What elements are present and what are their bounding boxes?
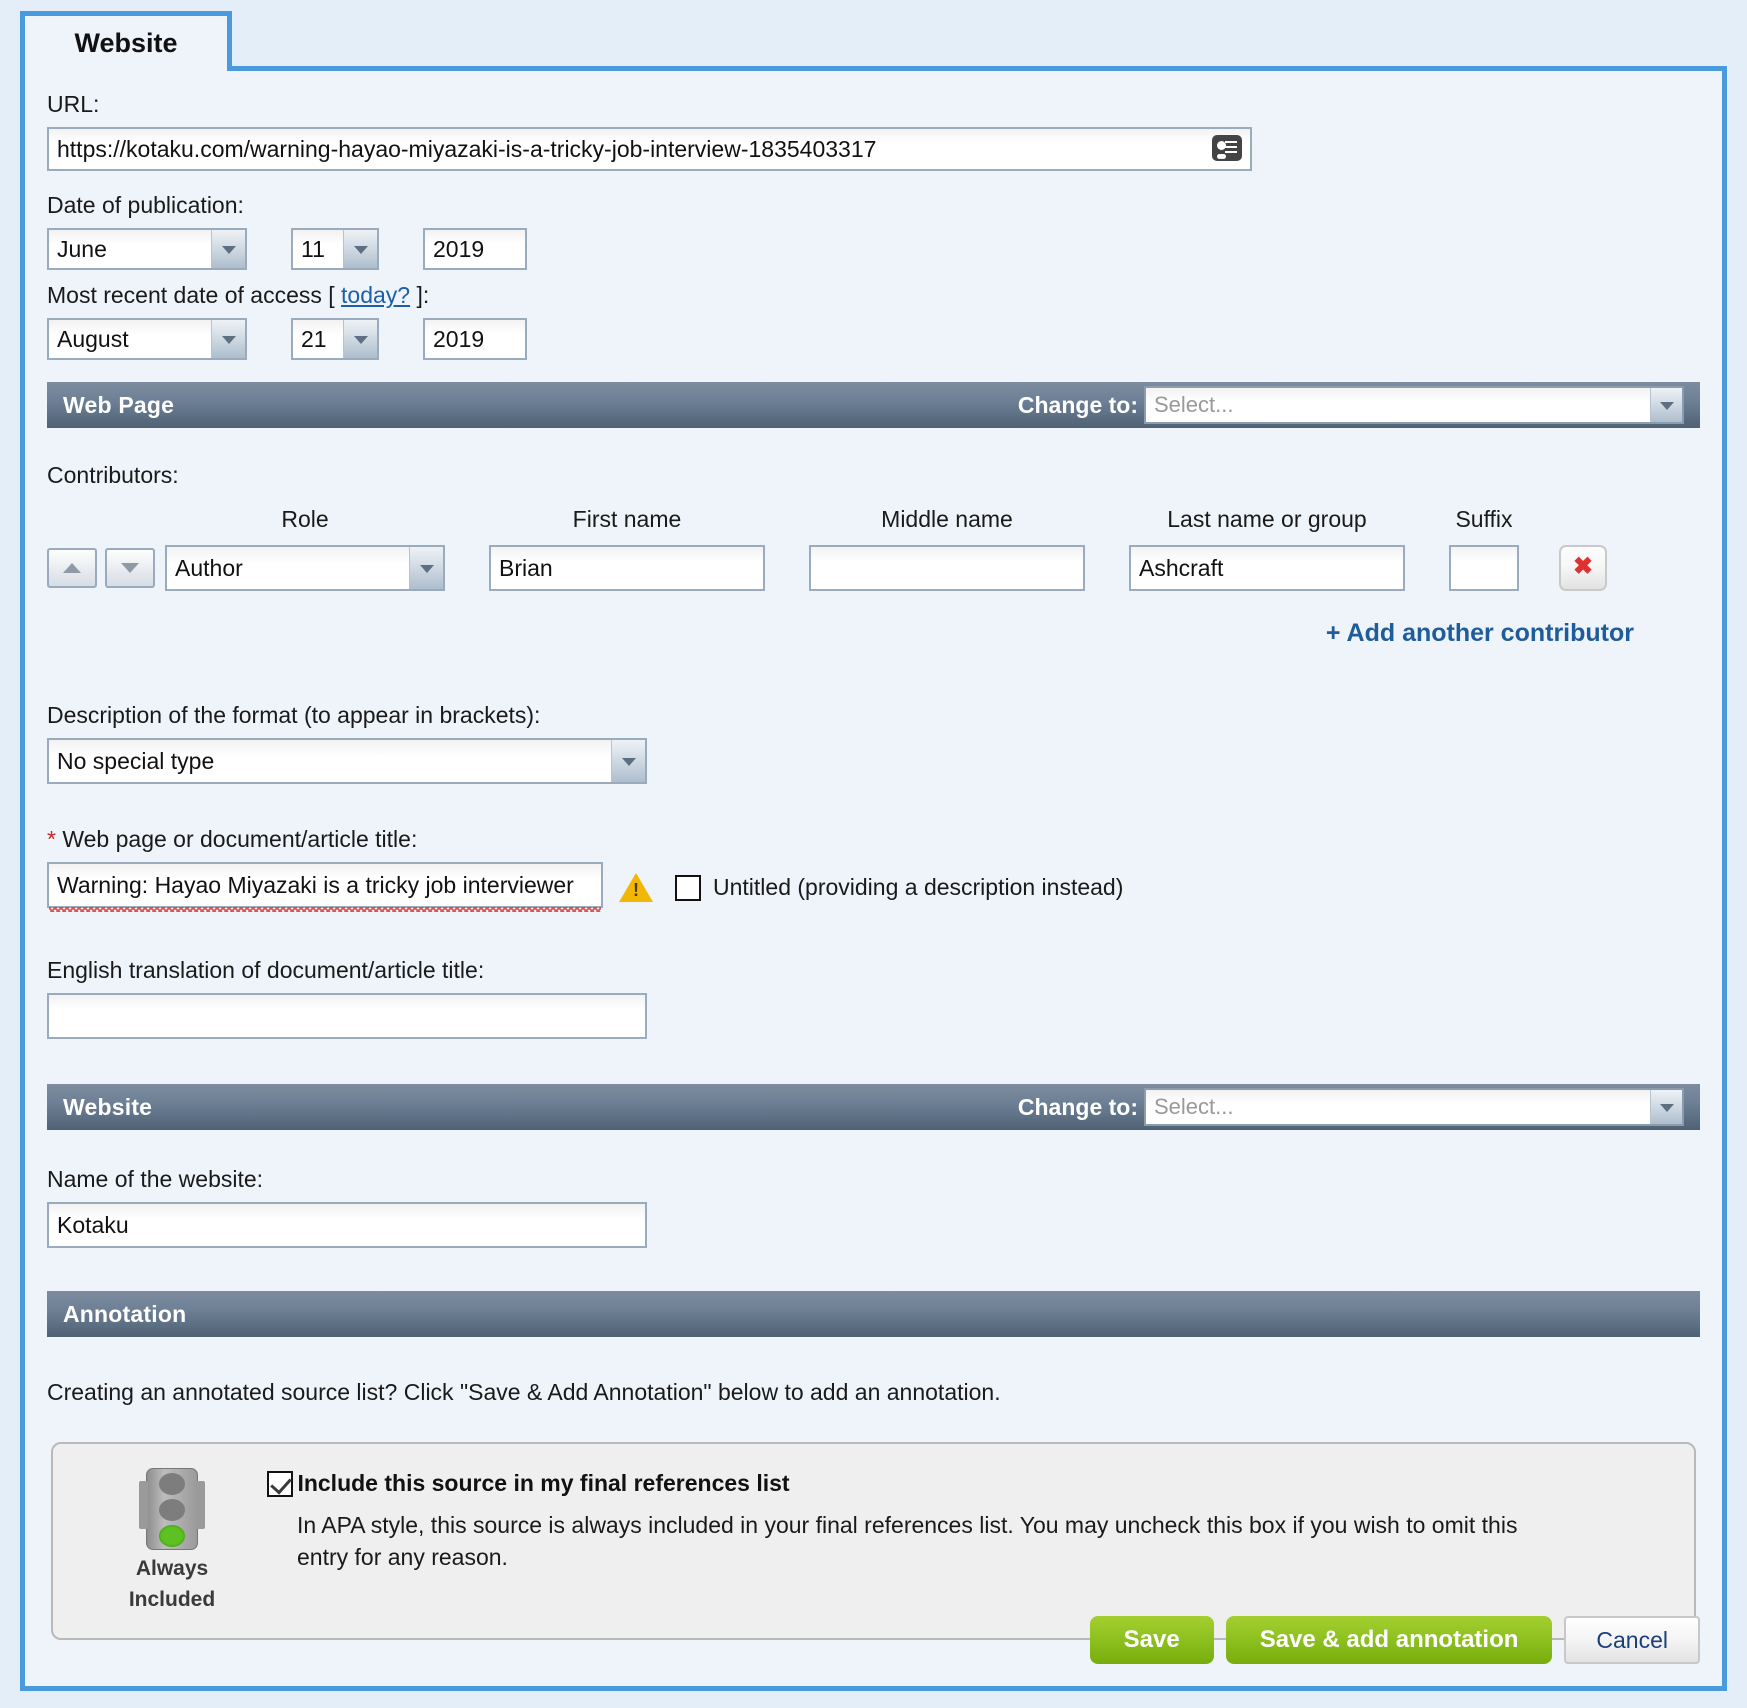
add-another-contributor-link[interactable]: + Add another contributor (47, 619, 1700, 648)
delete-contributor-button[interactable]: ✖ (1559, 545, 1607, 591)
article-title-input[interactable]: Warning: Hayao Miyazaki is a tricky job … (47, 862, 603, 908)
always-included-line2: Included (128, 1588, 216, 1611)
date-of-publication-label: Date of publication: (47, 192, 244, 218)
contributor-last-name-input[interactable]: Ashcraft (1129, 545, 1405, 591)
column-header-last-name: Last name or group (1167, 506, 1367, 532)
save-and-add-annotation-button[interactable]: Save & add annotation (1225, 1616, 1553, 1664)
column-header-middle-name: Middle name (881, 506, 1013, 532)
web-page-section-title: Web Page (63, 391, 175, 418)
column-header-first-name: First name (572, 506, 682, 532)
article-title-row: Warning: Hayao Miyazaki is a tricky job … (47, 862, 1700, 913)
access-date-row: August 21 2019 (47, 318, 1700, 360)
english-translation-input[interactable] (47, 993, 647, 1039)
include-source-box: Always Included Include this source in m… (51, 1442, 1696, 1640)
website-name-label: Name of the website: (47, 1166, 264, 1192)
form-footer: Save Save & add annotation Cancel (1089, 1616, 1700, 1664)
chevron-down-icon (611, 740, 645, 782)
website-change-to-select[interactable]: Select... (1144, 1088, 1684, 1126)
chevron-down-icon (211, 230, 245, 268)
tab-website-label: Website (74, 28, 178, 58)
website-change-to: Change to: Select... (1018, 1088, 1684, 1126)
chevron-down-icon (211, 320, 245, 358)
chevron-down-icon (409, 547, 443, 589)
contributor-first-name-input[interactable]: Brian (489, 545, 765, 591)
publication-day-select[interactable]: 11 (291, 228, 379, 270)
web-page-section-header: Web Page Change to: Select... (47, 382, 1700, 428)
contributor-role-select[interactable]: Author (165, 545, 445, 591)
web-page-change-to-label: Change to: (1017, 391, 1138, 418)
column-header-role: Role (281, 506, 329, 532)
always-included-line1: Always (135, 1557, 209, 1580)
cancel-button[interactable]: Cancel (1564, 1616, 1700, 1664)
website-change-to-label: Change to: (1017, 1093, 1138, 1120)
include-source-description: In APA style, this source is always incl… (297, 1512, 1518, 1570)
access-month-select[interactable]: August (47, 318, 247, 360)
access-label-after: ]: (416, 282, 430, 308)
contributor-middle-name-input[interactable] (809, 545, 1085, 591)
web-page-change-to-value: Select... (1154, 392, 1234, 417)
url-field-wrapper: https://kotaku.com/warning-hayao-miyazak… (47, 127, 1252, 176)
english-translation-label: English translation of document/article … (47, 957, 485, 983)
url-label: URL: (47, 91, 100, 117)
traffic-lamp-yellow (159, 1499, 185, 1521)
spellcheck-underline (49, 907, 601, 912)
contributor-row: Author Brian Ashcraft ✖ (47, 545, 1700, 591)
traffic-lamp-red (159, 1473, 185, 1495)
untitled-checkbox-label: Untitled (providing a description instea… (713, 874, 1124, 900)
contributor-move-buttons (47, 548, 165, 588)
always-included-badge: Always Included (77, 1466, 267, 1612)
article-title-label: * Web page or document/article title: (47, 824, 1700, 854)
chevron-down-icon (343, 320, 377, 358)
website-form-panel: URL: https://kotaku.com/warning-hayao-mi… (20, 66, 1727, 1691)
publication-month-select[interactable]: June (47, 228, 247, 270)
access-year-input[interactable]: 2019 (423, 318, 527, 360)
access-day-select[interactable]: 21 (291, 318, 379, 360)
include-source-checkbox[interactable] (267, 1470, 293, 1497)
web-page-change-to-select[interactable]: Select... (1144, 386, 1684, 424)
traffic-lamp-green (159, 1525, 185, 1547)
traffic-light-icon (139, 1468, 205, 1550)
website-change-to-value: Select... (1154, 1094, 1234, 1119)
contributors-label: Contributors: (47, 462, 179, 488)
publication-date-row: June 11 2019 (47, 228, 1700, 270)
access-label-before: Most recent date of access [ (47, 282, 335, 308)
format-description-select[interactable]: No special type (47, 738, 647, 784)
move-up-button[interactable] (47, 548, 97, 588)
contributor-suffix-input[interactable] (1449, 545, 1519, 591)
include-source-body: Include this source in my final referenc… (267, 1466, 1670, 1573)
chevron-down-icon (1650, 1090, 1682, 1124)
untitled-checkbox[interactable] (675, 874, 701, 901)
contributor-role-value: Author (175, 555, 243, 581)
website-section-header: Website Change to: Select... (47, 1084, 1700, 1130)
url-input[interactable]: https://kotaku.com/warning-hayao-miyazak… (47, 127, 1252, 171)
publication-year-input[interactable]: 2019 (423, 228, 527, 270)
annotation-instructions: Creating an annotated source list? Click… (47, 1379, 1001, 1405)
chevron-down-icon (1650, 388, 1682, 422)
article-title-label-text: Web page or document/article title: (62, 826, 418, 852)
web-page-change-to: Change to: Select... (1018, 386, 1684, 424)
article-title-field-wrapper: Warning: Hayao Miyazaki is a tricky job … (47, 862, 603, 913)
access-date-label: Most recent date of access [ today? ]: (47, 280, 1700, 310)
save-button[interactable]: Save (1089, 1616, 1214, 1664)
today-link[interactable]: today? (341, 282, 410, 308)
format-description-value: No special type (57, 748, 215, 774)
contributors-column-headers: Role First name Middle name Last name or… (47, 506, 1700, 533)
website-section-title: Website (63, 1093, 153, 1120)
required-asterisk: * (47, 826, 56, 852)
close-icon: ✖ (1572, 553, 1594, 580)
move-down-button[interactable] (105, 548, 155, 588)
annotation-section-title: Annotation (63, 1300, 187, 1327)
format-description-label: Description of the format (to appear in … (47, 702, 541, 728)
chevron-down-icon (343, 230, 377, 268)
website-name-input[interactable]: Kotaku (47, 1202, 647, 1248)
id-card-icon[interactable] (1212, 135, 1242, 161)
warning-icon (619, 873, 653, 902)
column-header-suffix: Suffix (1455, 506, 1513, 532)
include-source-title: Include this source in my final referenc… (297, 1470, 790, 1496)
tab-website[interactable]: Website (20, 11, 232, 71)
annotation-section-header: Annotation (47, 1291, 1700, 1337)
tab-strip: Website (0, 0, 1747, 71)
